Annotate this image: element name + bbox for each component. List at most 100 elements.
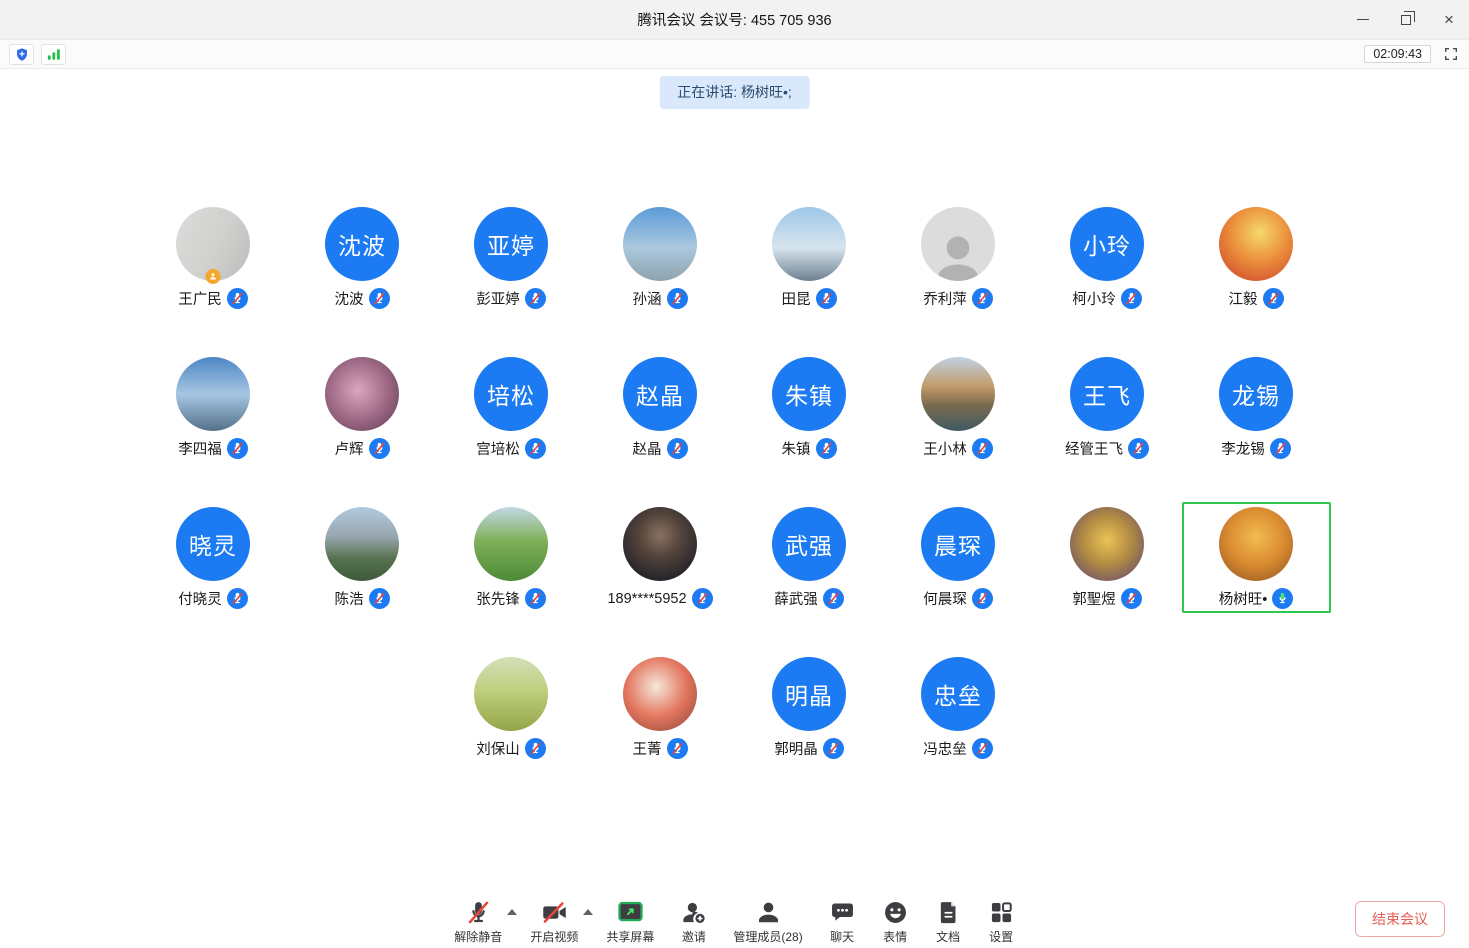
chat-button[interactable]: 聊天 bbox=[829, 899, 856, 945]
mic-status-icon bbox=[667, 288, 688, 309]
settings-icon bbox=[988, 899, 1015, 926]
share-screen-icon bbox=[617, 899, 644, 926]
participant-avatar: 朱镇 bbox=[772, 357, 846, 431]
participant-name: 刘保山 bbox=[476, 738, 520, 759]
participant-tile[interactable]: 卢辉 bbox=[288, 352, 437, 463]
participant-avatar bbox=[176, 357, 250, 431]
end-meeting-button[interactable]: 结束会议 bbox=[1355, 901, 1445, 937]
mic-status-icon bbox=[1128, 438, 1149, 459]
mic-status-icon bbox=[816, 288, 837, 309]
participant-tile[interactable]: 王菁 bbox=[586, 652, 735, 763]
invite-label: 邀请 bbox=[682, 928, 706, 945]
unmute-label: 解除静音 bbox=[454, 928, 502, 945]
start-video-button[interactable]: 开启视频 bbox=[530, 899, 578, 945]
participant-name: 卢辉 bbox=[335, 438, 364, 459]
participant-tile[interactable]: 189****5952 bbox=[586, 502, 735, 613]
participant-tile[interactable]: 朱镇 朱镇 bbox=[735, 352, 884, 463]
participant-avatar: 王飞 bbox=[1070, 357, 1144, 431]
mic-status-icon bbox=[525, 738, 546, 759]
participant-tile[interactable]: 王小林 bbox=[884, 352, 1033, 463]
chat-icon bbox=[829, 899, 856, 926]
participant-tile[interactable]: 田昆 bbox=[735, 202, 884, 313]
participant-tile[interactable]: 赵晶 赵晶 bbox=[586, 352, 735, 463]
participant-name: 沈波 bbox=[335, 288, 364, 309]
participant-tile[interactable]: 陈浩 bbox=[288, 502, 437, 613]
mic-status-icon bbox=[1263, 288, 1284, 309]
participant-avatar: 晓灵 bbox=[176, 507, 250, 581]
participant-avatar bbox=[474, 657, 548, 731]
participant-avatar bbox=[921, 207, 995, 281]
minimize-icon[interactable] bbox=[1355, 12, 1371, 28]
mic-status-icon bbox=[972, 738, 993, 759]
participant-tile[interactable]: 培松 宫培松 bbox=[437, 352, 586, 463]
participant-tile[interactable]: 江毅 bbox=[1182, 202, 1331, 313]
participant-avatar bbox=[772, 207, 846, 281]
participant-tile[interactable]: 晓灵 付晓灵 bbox=[139, 502, 288, 613]
participant-avatar: 培松 bbox=[474, 357, 548, 431]
participant-name: 王菁 bbox=[633, 738, 662, 759]
settings-button[interactable]: 设置 bbox=[988, 899, 1015, 945]
titlebar: 腾讯会议 会议号: 455 705 936 × bbox=[0, 0, 1469, 40]
participant-tile[interactable]: 小玲 柯小玲 bbox=[1033, 202, 1182, 313]
participant-avatar bbox=[1219, 507, 1293, 581]
emoji-button[interactable]: 表情 bbox=[882, 899, 909, 945]
speaking-banner: 正在讲话: 杨树旺•; bbox=[659, 76, 810, 109]
chat-label: 聊天 bbox=[830, 928, 854, 945]
participant-name: 冯忠垒 bbox=[923, 738, 967, 759]
participant-tile[interactable]: 张先锋 bbox=[437, 502, 586, 613]
participant-tile[interactable]: 晨琛 何晨琛 bbox=[884, 502, 1033, 613]
manage-members-button[interactable]: 管理成员(28) bbox=[733, 899, 802, 945]
docs-button[interactable]: 文档 bbox=[935, 899, 962, 945]
participant-avatar bbox=[325, 507, 399, 581]
restore-icon[interactable] bbox=[1398, 12, 1414, 28]
participant-name: 江毅 bbox=[1229, 288, 1258, 309]
unmute-button[interactable]: 解除静音 bbox=[454, 899, 502, 945]
manage-members-label: 管理成员(28) bbox=[733, 928, 802, 945]
mic-status-icon bbox=[972, 288, 993, 309]
participant-name: 何晨琛 bbox=[923, 588, 967, 609]
mic-status-icon bbox=[823, 738, 844, 759]
mic-status-icon bbox=[525, 588, 546, 609]
participant-tile[interactable]: 郭聖煜 bbox=[1033, 502, 1182, 613]
network-signal-icon[interactable] bbox=[41, 44, 66, 65]
participant-tile[interactable]: 孙涵 bbox=[586, 202, 735, 313]
mic-options-caret-icon[interactable] bbox=[507, 909, 517, 915]
members-icon bbox=[755, 899, 782, 926]
video-options-caret-icon[interactable] bbox=[583, 909, 593, 915]
mic-status-icon bbox=[667, 438, 688, 459]
participant-tile[interactable]: 忠垒 冯忠垒 bbox=[884, 652, 1033, 763]
participant-avatar: 龙锡 bbox=[1219, 357, 1293, 431]
participant-avatar: 明晶 bbox=[772, 657, 846, 731]
meeting-security-icon[interactable] bbox=[9, 44, 34, 65]
mic-status-icon bbox=[369, 288, 390, 309]
participant-tile[interactable]: 王广民 bbox=[139, 202, 288, 313]
participant-name: 孙涵 bbox=[633, 288, 662, 309]
document-icon bbox=[935, 899, 962, 926]
invite-button[interactable]: 邀请 bbox=[680, 899, 707, 945]
participant-tile[interactable]: 杨树旺• bbox=[1182, 502, 1331, 613]
window-controls: × bbox=[1355, 0, 1457, 39]
settings-label: 设置 bbox=[989, 928, 1013, 945]
participant-tile[interactable]: 李四福 bbox=[139, 352, 288, 463]
close-icon[interactable]: × bbox=[1441, 12, 1457, 28]
participant-tile[interactable]: 武强 薛武强 bbox=[735, 502, 884, 613]
participant-tile[interactable]: 乔利萍 bbox=[884, 202, 1033, 313]
participant-tile[interactable]: 王飞 经管王飞 bbox=[1033, 352, 1182, 463]
share-screen-button[interactable]: 共享屏幕 bbox=[606, 899, 654, 945]
participant-tile[interactable]: 亚婷 彭亚婷 bbox=[437, 202, 586, 313]
mic-status-icon bbox=[525, 438, 546, 459]
participant-tile[interactable]: 沈波 沈波 bbox=[288, 202, 437, 313]
participant-name: 柯小玲 bbox=[1072, 288, 1116, 309]
window-title: 腾讯会议 会议号: 455 705 936 bbox=[637, 9, 831, 30]
start-video-label: 开启视频 bbox=[530, 928, 578, 945]
emoji-label: 表情 bbox=[883, 928, 907, 945]
participant-tile[interactable]: 明晶 郭明晶 bbox=[735, 652, 884, 763]
host-badge-icon bbox=[206, 269, 221, 284]
fullscreen-icon[interactable] bbox=[1442, 45, 1460, 63]
mic-status-icon bbox=[525, 288, 546, 309]
participant-tile[interactable]: 刘保山 bbox=[437, 652, 586, 763]
participant-avatar bbox=[1219, 207, 1293, 281]
participant-tile[interactable]: 龙锡 李龙锡 bbox=[1182, 352, 1331, 463]
participant-name: 彭亚婷 bbox=[476, 288, 520, 309]
mic-status-icon bbox=[227, 588, 248, 609]
